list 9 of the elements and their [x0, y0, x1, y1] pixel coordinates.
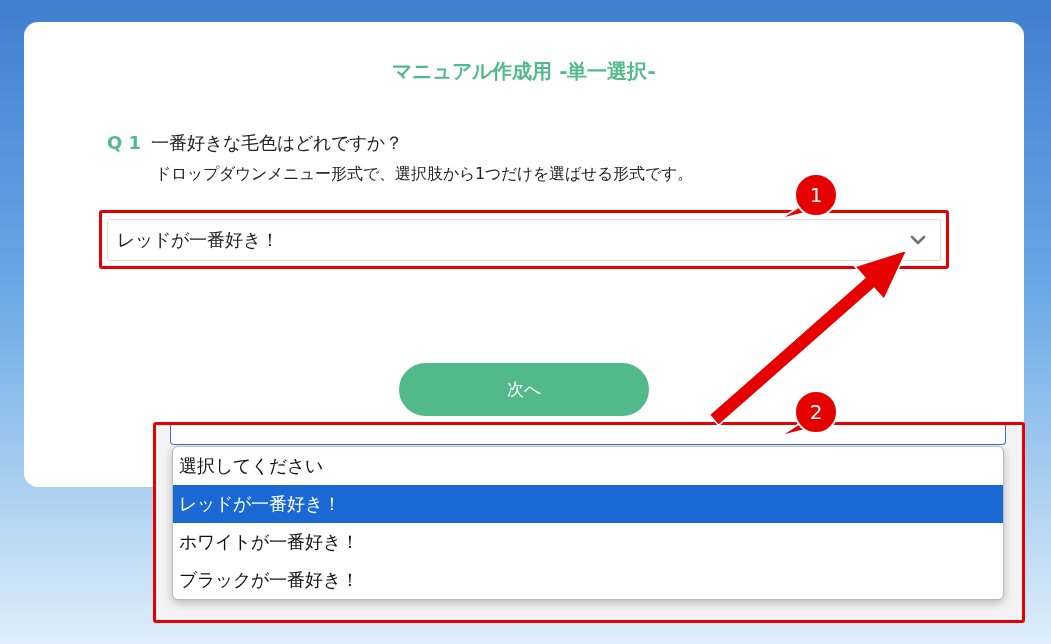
dropdown-option[interactable]: 選択してください — [173, 447, 1003, 485]
dropdown-select[interactable]: レッドが一番好き！ — [107, 219, 941, 261]
dropdown-option[interactable]: ホワイトが一番好き！ — [173, 523, 1003, 561]
question-text: 一番好きな毛色はどれですか？ — [151, 131, 404, 155]
dropdown-option[interactable]: レッドが一番好き！ — [173, 485, 1003, 523]
question-number: Q 1 — [107, 131, 142, 155]
page-title: マニュアル作成用 -単一選択- — [391, 58, 657, 85]
question-description: ドロップダウンメニュー形式で、選択肢から1つだけを選ばせる形式です。 — [155, 163, 695, 185]
dropdown-option[interactable]: ブラックが一番好き！ — [173, 561, 1003, 599]
